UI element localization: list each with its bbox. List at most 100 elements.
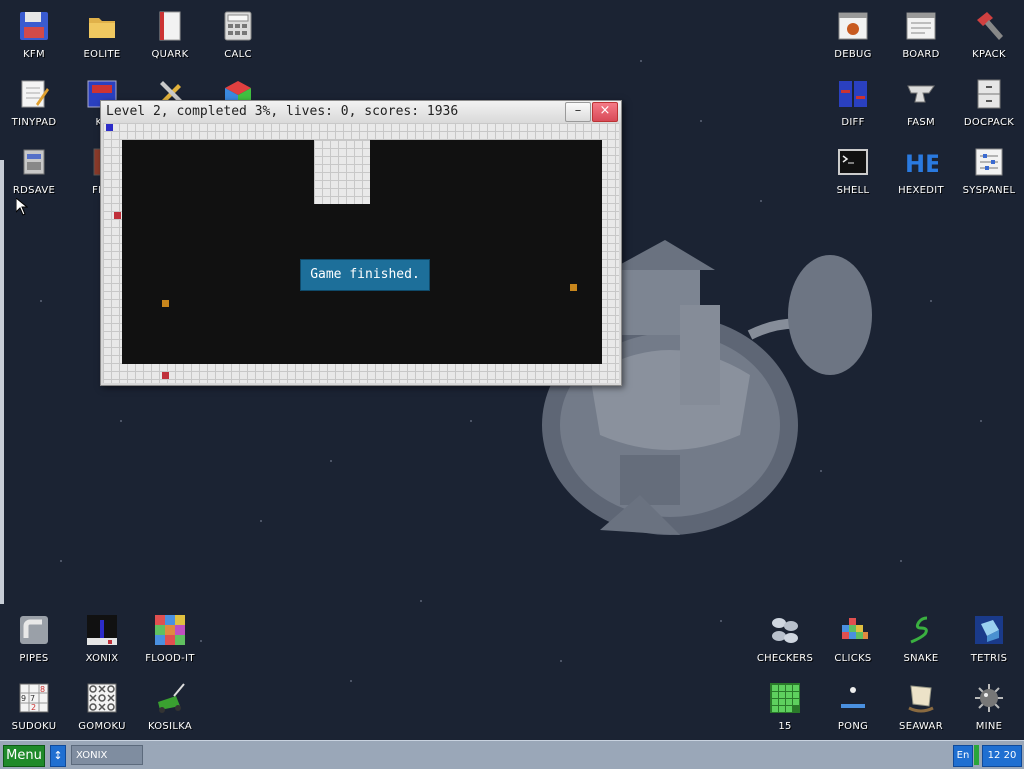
icon-label: CHECKERS	[756, 653, 814, 664]
mine-icon	[971, 680, 1007, 716]
icon-label: KPACK	[972, 49, 1006, 60]
icon-label: SEAWAR	[899, 721, 943, 732]
cabinet-icon	[971, 76, 1007, 112]
sailboat-icon	[903, 680, 939, 716]
desktop-icon-pipes[interactable]: PIPES	[0, 606, 68, 670]
hex-icon: HE	[903, 144, 939, 180]
language-indicator[interactable]: En	[953, 745, 973, 767]
desktop-icon-seawar[interactable]: SEAWAR	[887, 674, 955, 738]
desktop-icon-tetris[interactable]: TETRIS	[955, 606, 1023, 670]
icon-label: DOCPACK	[963, 117, 1015, 128]
desktop-icon-flood-it[interactable]: FLOOD-IT	[136, 606, 204, 670]
xonix-icon	[84, 612, 120, 648]
tray-status-indicator	[974, 745, 979, 765]
disk-save-icon	[16, 144, 52, 180]
pipes-icon	[16, 612, 52, 648]
bouncing-ball	[570, 284, 577, 291]
minimize-button[interactable]: –	[565, 102, 591, 122]
border-enemy	[114, 212, 121, 219]
desktop-icon-xonix[interactable]: XONIX	[68, 606, 136, 670]
taskbar-item-xonix[interactable]: XONIX	[71, 745, 143, 765]
switch-arrows-icon[interactable]: ↕	[50, 745, 66, 767]
desktop-icon-kfm[interactable]: KFM	[0, 2, 68, 66]
game-finished-message: Game finished.	[300, 259, 430, 291]
icon-label: FASM	[907, 117, 935, 128]
checkers-pieces-icon	[767, 612, 803, 648]
desktop-icon-board[interactable]: BOARD	[887, 2, 955, 66]
terminal-icon	[835, 144, 871, 180]
mouse-pointer-icon	[16, 198, 28, 216]
icon-label: PONG	[837, 721, 869, 732]
icon-label: KOSILKA	[147, 721, 193, 732]
svg-text:2: 2	[31, 703, 36, 712]
lawn-mower-icon	[152, 680, 188, 716]
desktop-icon-rdsave[interactable]: RDSAVE	[0, 138, 68, 202]
taskbar: Menu ↕ XONIX En 12 20	[0, 740, 1024, 769]
desktop-icon-sudoku[interactable]: 8 972 SUDOKU	[0, 674, 68, 738]
desktop-icon-syspanel[interactable]: SYSPANEL	[955, 138, 1023, 202]
xonix-game-window[interactable]: Level 2, completed 3%, lives: 0, scores:…	[100, 100, 622, 386]
desktop-icon-fasm[interactable]: FASM	[887, 70, 955, 134]
compare-panes-icon	[835, 76, 871, 112]
icon-label: SHELL	[836, 185, 870, 196]
icon-label: DIFF	[841, 117, 865, 128]
desktop-icon-tinypad[interactable]: TINYPAD	[0, 70, 68, 134]
calculator-icon	[220, 8, 256, 44]
desktop-icon-calc[interactable]: CALC	[204, 2, 272, 66]
color-grid-icon	[152, 612, 188, 648]
desktop-icon-15[interactable]: 15	[751, 674, 819, 738]
icon-label: HEXEDIT	[898, 185, 944, 196]
text-window-icon	[903, 8, 939, 44]
window-titlebar[interactable]: Level 2, completed 3%, lives: 0, scores:…	[101, 101, 621, 123]
icon-label: DEBUG	[834, 49, 872, 60]
border-enemy	[162, 372, 169, 379]
snake-icon	[903, 612, 939, 648]
desktop-icon-kosilka[interactable]: KOSILKA	[136, 674, 204, 738]
icon-label: 15	[778, 721, 792, 732]
sudoku-grid-icon: 8 972	[16, 680, 52, 716]
desktop-icon-kpack[interactable]: KPACK	[955, 2, 1023, 66]
svg-text:9: 9	[21, 694, 26, 703]
svg-text:7: 7	[30, 694, 35, 703]
floppy-disk-icon	[16, 8, 52, 44]
icon-label: TINYPAD	[11, 117, 57, 128]
icon-label: SUDOKU	[11, 721, 57, 732]
tetris-block-icon	[971, 612, 1007, 648]
desktop-icon-docpack[interactable]: DOCPACK	[955, 70, 1023, 134]
menu-button[interactable]: Menu	[3, 745, 45, 767]
window-title: Level 2, completed 3%, lives: 0, scores:…	[106, 104, 459, 119]
svg-text:HE: HE	[905, 150, 938, 178]
desktop-icon-checkers[interactable]: CHECKERS	[751, 606, 819, 670]
desktop-icon-clicks[interactable]: CLICKS	[819, 606, 887, 670]
claimed-area	[314, 140, 370, 204]
icon-label: CALC	[224, 49, 252, 60]
desktop-icon-debug[interactable]: DEBUG	[819, 2, 887, 66]
icon-label: CLICKS	[834, 653, 872, 664]
icon-label: BOARD	[902, 49, 940, 60]
desktop-icon-mine[interactable]: MINE	[955, 674, 1023, 738]
folder-icon	[84, 8, 120, 44]
desktop-icon-diff[interactable]: DIFF	[819, 70, 887, 134]
desktop-icon-quark[interactable]: QUARK	[136, 2, 204, 66]
icon-label: RDSAVE	[12, 185, 56, 196]
icon-label: PIPES	[19, 653, 49, 664]
bouncing-ball	[162, 300, 169, 307]
close-button[interactable]: ×	[592, 102, 618, 122]
icon-label: TETRIS	[970, 653, 1008, 664]
icon-label: SYSPANEL	[962, 185, 1016, 196]
desktop-icon-eolite[interactable]: EOLITE	[68, 2, 136, 66]
icon-label: GOMOKU	[78, 721, 126, 732]
blocks-icon	[835, 612, 871, 648]
icon-label: EOLITE	[83, 49, 121, 60]
anvil-icon	[903, 76, 939, 112]
desktop-icon-pong[interactable]: PONG	[819, 674, 887, 738]
desktop-icon-shell[interactable]: SHELL	[819, 138, 887, 202]
icon-label: SNAKE	[903, 653, 939, 664]
clock[interactable]: 12 20	[982, 745, 1022, 767]
icon-label: MINE	[975, 721, 1003, 732]
desktop-icon-hexedit[interactable]: HE HEXEDIT	[887, 138, 955, 202]
game-field[interactable]: Game finished.	[103, 123, 619, 383]
desktop-icon-snake[interactable]: SNAKE	[887, 606, 955, 670]
desktop-icon-gomoku[interactable]: GOMOKU	[68, 674, 136, 738]
left-edge-panel	[0, 160, 4, 604]
